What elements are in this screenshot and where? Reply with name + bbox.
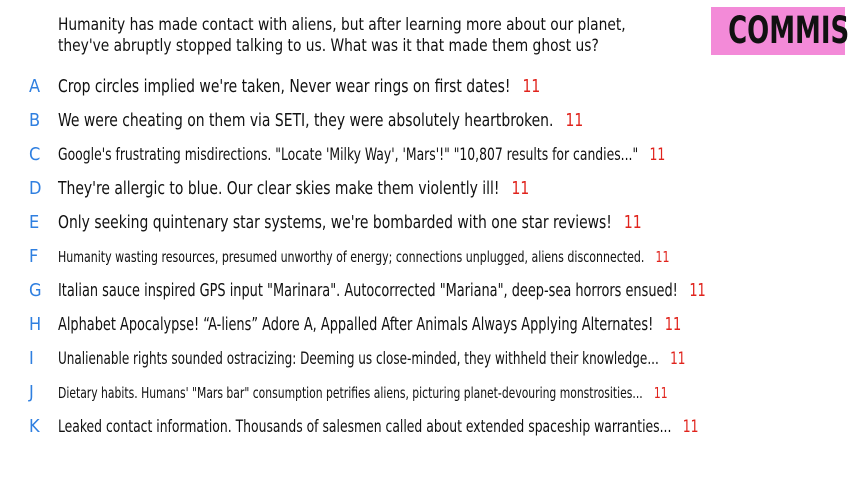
answer-row-i[interactable]: I Unalienable rights sounded ostracizing… [0,342,853,376]
answer-score: 11 [655,248,670,266]
answer-row-h[interactable]: H Alphabet Apocalypse! “A-liens” Adore A… [0,308,853,342]
answer-text: They're allergic to blue. Our clear skie… [58,178,500,199]
answer-score: 11 [522,76,541,97]
answer-text: Humanity wasting resources, presumed unw… [58,248,645,266]
answer-row-f[interactable]: F Humanity wasting resources, presumed u… [0,240,853,274]
answer-letter: I [29,348,34,369]
answer-row-d[interactable]: D They're allergic to blue. Our clear sk… [0,172,853,206]
answer-letter: A [29,76,41,97]
answer-score: 11 [623,212,642,233]
answer-text: Leaked contact information. Thousands of… [58,417,672,437]
answer-text: Dietary habits. Humans' "Mars bar" consu… [58,384,643,402]
answer-letter: B [29,110,41,131]
answer-row-k[interactable]: K Leaked contact information. Thousands … [0,410,853,444]
answer-letter: J [29,382,34,403]
answer-text: Italian sauce inspired GPS input "Marina… [58,281,678,301]
answer-score: 11 [664,315,682,335]
answer-score: 11 [689,281,706,301]
answer-score: 11 [649,145,666,165]
answer-letter: C [29,144,41,165]
answer-text: Only seeking quintenary star systems, we… [58,212,612,233]
answer-letter: G [29,280,42,301]
commis-badge: COMMIS [711,7,849,55]
answer-score: 11 [682,417,699,437]
answer-text: We were cheating on them via SETI, they … [58,110,554,131]
answer-letter: K [29,416,40,437]
answer-row-j[interactable]: J Dietary habits. Humans' "Mars bar" con… [0,376,853,410]
answer-row-g[interactable]: G Italian sauce inspired GPS input "Mari… [0,274,853,308]
answer-text: Crop circles implied we're taken, Never … [58,76,511,97]
question-line-2: they've abruptly stopped talking to us. … [58,36,599,55]
answer-letter: H [29,314,42,335]
answer-score: 11 [670,349,686,368]
answer-letter: D [29,178,42,199]
answer-row-e[interactable]: E Only seeking quintenary star systems, … [0,206,853,240]
answer-row-c[interactable]: C Google's frustrating misdirections. "L… [0,138,853,172]
answer-score: 11 [511,178,530,199]
answer-letter: E [29,212,40,233]
answer-score: 11 [565,110,584,131]
answer-letter: F [29,246,39,267]
commis-badge-label: COMMIS [728,9,850,52]
question-line-1: Humanity has made contact with aliens, b… [58,15,626,34]
answer-score: 11 [653,384,668,402]
answer-text: Unalienable rights sounded ostracizing: … [58,349,659,368]
question-prompt: Humanity has made contact with aliens, b… [58,14,653,56]
answer-row-b[interactable]: B We were cheating on them via SETI, the… [0,104,853,138]
answer-text: Google's frustrating misdirections. "Loc… [58,145,639,165]
answer-text: Alphabet Apocalypse! “A-liens” Adore A, … [58,315,654,335]
answer-row-a[interactable]: A Crop circles implied we're taken, Neve… [0,70,853,104]
